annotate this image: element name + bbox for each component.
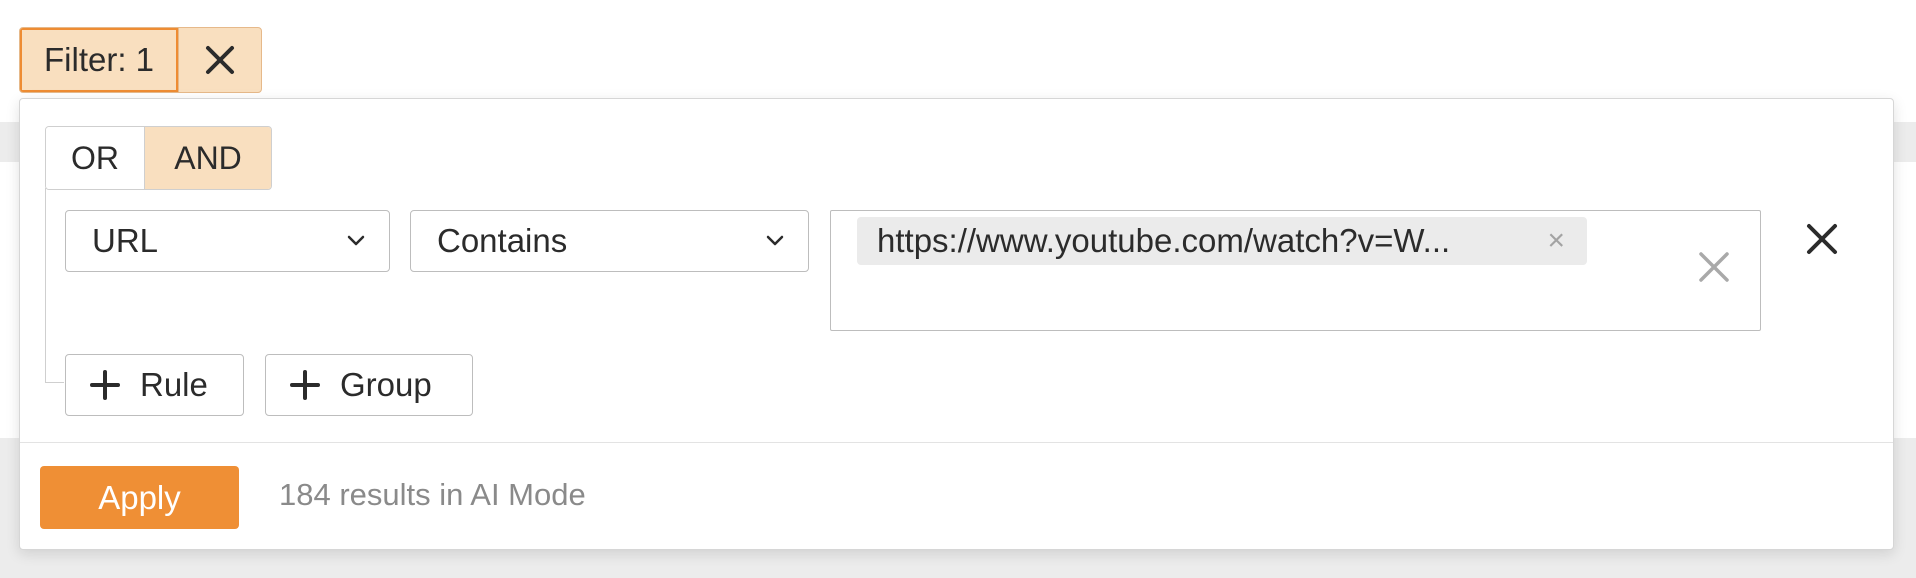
add-group-label: Group	[340, 366, 432, 403]
plus-icon	[90, 370, 120, 400]
remove-rule-button[interactable]	[1806, 223, 1838, 260]
tag-remove-button[interactable]: ×	[1547, 226, 1565, 256]
filter-panel: OR AND URL Contains https://www.youtube.…	[19, 98, 1894, 550]
operator-select-value: Contains	[437, 222, 568, 259]
apply-button[interactable]: Apply	[40, 466, 239, 529]
plus-icon	[290, 370, 320, 400]
clear-values-button[interactable]	[1698, 251, 1730, 288]
close-icon	[206, 46, 235, 74]
close-icon	[1699, 252, 1729, 282]
result-count-text: 184 results in AI Mode	[279, 477, 586, 512]
add-rule-label: Rule	[140, 366, 208, 403]
field-select[interactable]: URL	[65, 210, 390, 272]
group-connector	[45, 188, 64, 383]
value-tag-text: https://www.youtube.com/watch?v=W...	[877, 222, 1451, 259]
clear-filter-button[interactable]	[178, 28, 261, 92]
chevron-down-icon	[766, 235, 784, 246]
operator-select[interactable]: Contains	[410, 210, 809, 272]
filter-chip[interactable]: Filter: 1	[19, 27, 263, 93]
chevron-down-icon	[347, 235, 365, 246]
value-input[interactable]: https://www.youtube.com/watch?v=W... ×	[830, 210, 1761, 331]
field-select-value: URL	[92, 222, 159, 259]
filter-chip-label[interactable]: Filter: 1	[20, 28, 180, 92]
logic-and-button[interactable]: AND	[145, 127, 271, 189]
add-group-button[interactable]: Group	[265, 354, 473, 416]
footer-divider	[20, 442, 1893, 443]
value-tag: https://www.youtube.com/watch?v=W... ×	[857, 217, 1587, 265]
logic-or-button[interactable]: OR	[46, 127, 145, 189]
add-rule-button[interactable]: Rule	[65, 354, 244, 416]
close-icon	[1807, 224, 1837, 254]
logic-toggle: OR AND	[45, 126, 272, 190]
